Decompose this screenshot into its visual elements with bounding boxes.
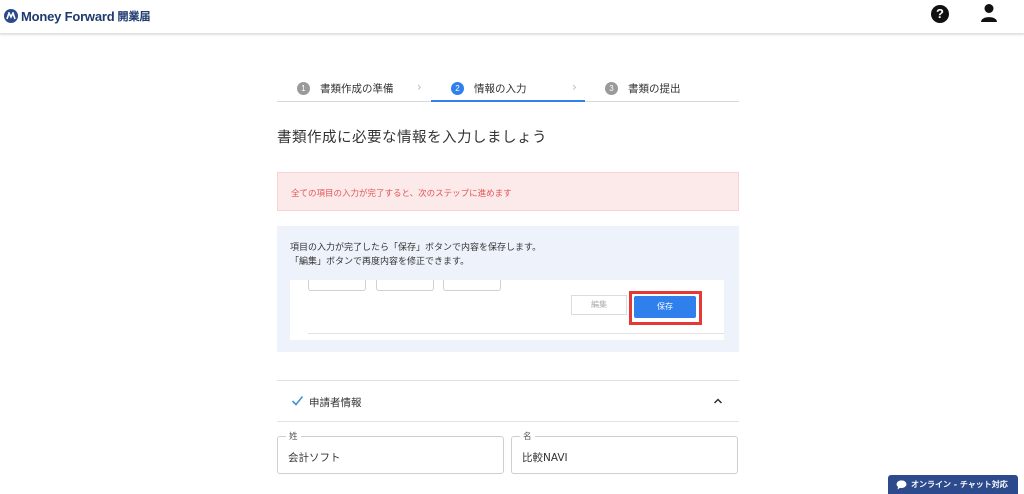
user-icon[interactable] <box>980 3 998 23</box>
step-separator-icon: › <box>572 80 577 94</box>
section-label: 申請者情報 <box>309 397 362 409</box>
last-name-value[interactable]: 会計ソフト <box>288 450 341 465</box>
divider <box>308 333 724 334</box>
step-label: 情報の入力 <box>474 82 527 95</box>
step-number: 1 <box>297 81 310 95</box>
example-input <box>308 280 366 291</box>
last-name-label: 姓 <box>286 430 301 442</box>
step-separator-icon: › <box>417 80 422 94</box>
logo-mark-icon <box>4 9 18 23</box>
chat-label: オンライン - チャット対応 <box>911 480 1008 489</box>
example-input <box>443 280 501 291</box>
question-circle-icon[interactable]: ? <box>931 5 949 23</box>
check-icon <box>291 395 304 406</box>
step-number: 3 <box>605 81 618 95</box>
first-name-value[interactable]: 比較NAVI <box>522 450 568 465</box>
step-3: 3 書類の提出 <box>605 74 681 102</box>
completion-alert: 全ての項目の入力が完了すると、次のステップに進めます <box>277 172 739 211</box>
product-name: 開業届 <box>117 10 151 23</box>
first-name-field[interactable]: 名 比較NAVI <box>511 430 738 474</box>
step-1: 1 書類作成の準備 <box>297 74 394 102</box>
alert-text: 全ての項目の入力が完了すると、次のステップに進めます <box>291 189 512 199</box>
top-header: Money Forward 開業届 ? <box>0 0 1024 34</box>
step-number: 2 <box>451 81 464 95</box>
brand-name: Money Forward <box>21 8 115 24</box>
page-title: 書類作成に必要な情報を入力しましょう <box>277 130 547 146</box>
applicant-info-section-header[interactable]: 申請者情報 <box>277 380 739 422</box>
progress-stepper: 1 書類作成の準備 › 2 情報の入力 › 3 書類の提出 <box>277 74 739 102</box>
online-chat-button[interactable]: オンライン - チャット対応 <box>888 475 1018 494</box>
money-forward-logo[interactable]: Money Forward 開業届 <box>4 8 150 24</box>
instruction-line-1: 項目の入力が完了したら「保存」ボタンで内容を保存します。 <box>290 243 542 253</box>
instruction-line-2: 「編集」ボタンで再度内容を修正できます。 <box>290 257 470 267</box>
first-name-label: 名 <box>520 430 535 442</box>
active-step-indicator <box>431 100 585 102</box>
save-button[interactable]: 保存 <box>634 296 696 318</box>
chat-bubble-icon <box>896 479 907 489</box>
save-instructions-panel: 項目の入力が完了したら「保存」ボタンで内容を保存します。 「編集」ボタンで再度内… <box>277 226 739 352</box>
step-label: 書類作成の準備 <box>320 82 394 95</box>
step-2: 2 情報の入力 <box>451 74 527 102</box>
step-label: 書類の提出 <box>628 82 681 95</box>
last-name-field[interactable]: 姓 会計ソフト <box>277 430 504 474</box>
edit-button[interactable]: 編集 <box>571 295 627 315</box>
example-form-card: 編集 保存 <box>290 280 724 340</box>
chevron-up-icon[interactable] <box>713 397 723 405</box>
example-input <box>376 280 434 291</box>
